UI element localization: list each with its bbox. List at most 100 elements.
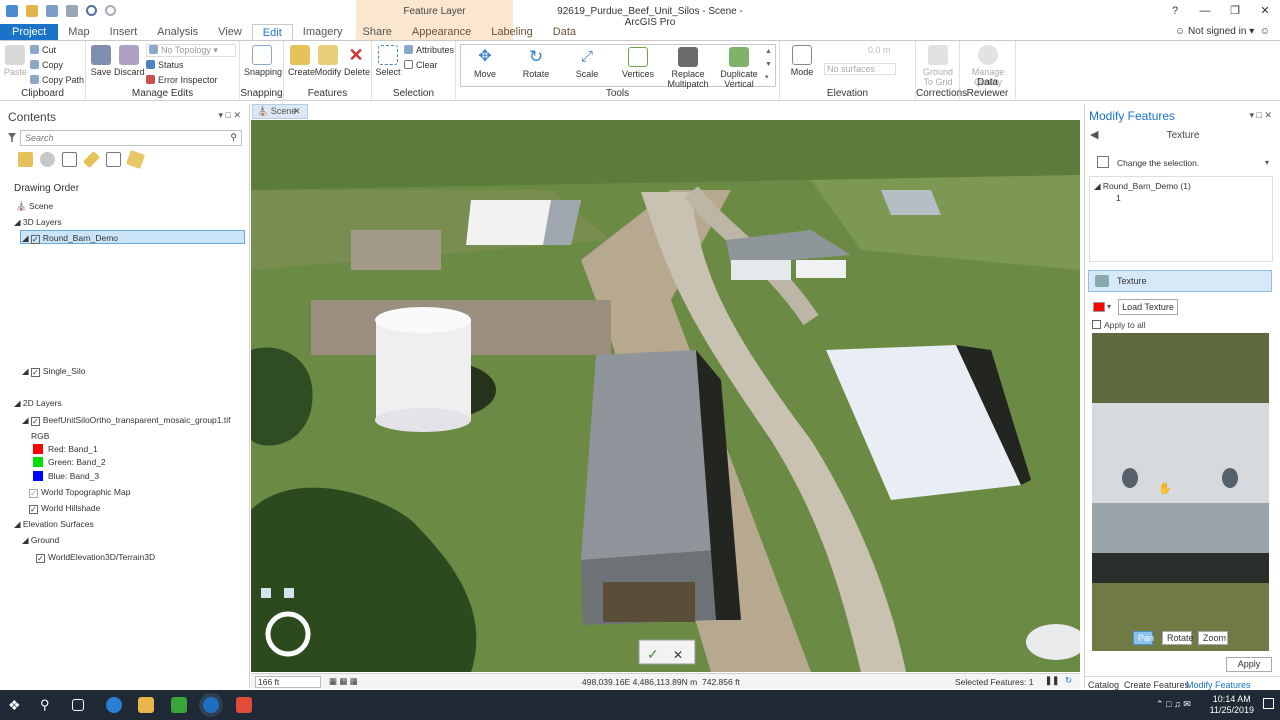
checkbox[interactable]: ✓: [30, 235, 40, 244]
close-icon[interactable]: ✕: [293, 106, 301, 117]
modify-button[interactable]: Modify: [314, 45, 342, 77]
edge-icon[interactable]: [106, 697, 122, 713]
drawing-order-icon[interactable]: [18, 152, 33, 167]
checkbox[interactable]: ✓: [36, 554, 45, 563]
mode-button[interactable]: Mode: [786, 45, 818, 77]
refresh-icon[interactable]: ↻: [1065, 675, 1072, 686]
scale-button[interactable]: ⤢ Scale: [572, 47, 602, 79]
ground-to-grid-button[interactable]: Ground To Grid: [918, 45, 958, 87]
tab-appearance[interactable]: Appearance: [402, 24, 481, 40]
restore-icon[interactable]: ❐: [1220, 0, 1250, 22]
cut-button[interactable]: Cut: [30, 45, 56, 55]
view-status-icons[interactable]: ▦ ▦ ▦: [329, 676, 358, 687]
apply-button[interactable]: Apply: [1226, 657, 1272, 672]
layer-single-silo[interactable]: ◢ ✓ Single_Silo: [22, 366, 85, 377]
snapping-list-icon[interactable]: [106, 152, 121, 167]
texture-preview[interactable]: ✋: [1092, 333, 1269, 651]
ground-surface[interactable]: ◢ Ground: [22, 535, 59, 546]
gallery-scroll[interactable]: ▲ ▼ ▾: [765, 45, 772, 84]
signin-status[interactable]: ☺ Not signed in ▾ ☺: [1175, 26, 1270, 37]
layer-round-barn[interactable]: ◢ ✓ Round_Barn_Demo: [22, 233, 118, 244]
tab-project[interactable]: Project: [0, 24, 59, 40]
surface-dropdown[interactable]: No surfaces: [824, 63, 896, 75]
error-inspector-button[interactable]: Error Inspector: [146, 75, 218, 85]
close-icon[interactable]: ✕: [1250, 0, 1280, 22]
navigator-full-extent[interactable]: [284, 588, 294, 598]
paste-button[interactable]: Paste: [4, 45, 27, 77]
checkbox[interactable]: ✓: [29, 505, 38, 514]
minimize-icon[interactable]: —: [1190, 0, 1220, 22]
clear-button[interactable]: Clear: [404, 60, 438, 70]
delete-button[interactable]: ✕ Delete: [344, 45, 370, 77]
tab-view[interactable]: View: [208, 24, 252, 40]
tab-insert[interactable]: Insert: [100, 24, 148, 40]
color-picker[interactable]: [1093, 302, 1105, 312]
duplicate-vertical-button[interactable]: Duplicate Vertical: [716, 47, 762, 89]
create-button[interactable]: Create: [288, 45, 315, 77]
rotate-button[interactable]: ↻ Rotate: [518, 47, 554, 79]
arcgis-pro-icon[interactable]: [203, 697, 219, 713]
discard-button[interactable]: Discard: [114, 45, 145, 77]
checkbox[interactable]: ✓: [30, 417, 40, 426]
pause-icon[interactable]: ❚❚: [1045, 675, 1059, 686]
save-icon[interactable]: [46, 5, 58, 17]
texture-section[interactable]: Texture: [1088, 270, 1272, 292]
checkbox[interactable]: [1092, 320, 1101, 329]
filter-icon[interactable]: [8, 133, 16, 142]
file-explorer-icon[interactable]: [138, 697, 154, 713]
scale-dropdown[interactable]: 166 ft: [255, 676, 321, 688]
redo-icon[interactable]: [105, 5, 116, 16]
change-selection-dropdown[interactable]: ▾: [1265, 158, 1269, 167]
tab-catalog[interactable]: Catalog: [1088, 680, 1119, 690]
color-dropdown[interactable]: ▾: [1107, 302, 1111, 311]
tab-imagery[interactable]: Imagery: [293, 24, 353, 40]
rotate-button[interactable]: Rotate: [1162, 631, 1194, 645]
group-elevation-surfaces[interactable]: ◢ Elevation Surfaces: [14, 519, 94, 530]
clock[interactable]: 10:14 AM 11/25/2019: [1210, 694, 1254, 716]
copy-path-button[interactable]: Copy Path: [30, 75, 84, 85]
task-view-icon[interactable]: [72, 699, 84, 711]
status-button[interactable]: Status: [146, 60, 184, 70]
scene-item[interactable]: ⛪ Scene: [16, 201, 53, 212]
tab-edit[interactable]: Edit: [251, 24, 293, 40]
tab-modify-features[interactable]: Modify Features: [1186, 680, 1251, 690]
search-icon[interactable]: ⚲: [40, 697, 56, 713]
layer-topographic[interactable]: ✓ World Topographic Map: [29, 487, 130, 498]
system-tray-icons[interactable]: ⌃ □ ♫ ✉: [1156, 699, 1191, 710]
undo-icon[interactable]: [86, 5, 97, 16]
snagit-icon[interactable]: [236, 697, 252, 713]
zoom-button[interactable]: Zoom: [1198, 631, 1228, 645]
load-texture-button[interactable]: Load Texture: [1118, 299, 1178, 315]
selection-icon[interactable]: [62, 152, 77, 167]
layer-hillshade[interactable]: ✓ World Hillshade: [29, 503, 100, 514]
scene-view[interactable]: ✓ ✕: [251, 120, 1080, 672]
checkbox[interactable]: ✓: [29, 489, 38, 498]
selected-features[interactable]: Selected Features: 1: [955, 677, 1033, 687]
notification-icon[interactable]: [1263, 698, 1274, 709]
group-3d-layers[interactable]: ◢ 3D Layers: [14, 217, 62, 228]
tab-analysis[interactable]: Analysis: [147, 24, 208, 40]
open-icon[interactable]: [26, 5, 38, 17]
layout-icon[interactable]: [66, 5, 78, 17]
change-selection-icon[interactable]: [1097, 156, 1109, 168]
vertices-button[interactable]: Vertices: [620, 47, 656, 79]
tab-labeling[interactable]: Labeling: [481, 24, 543, 40]
tree-layer[interactable]: ◢ Round_Barn_Demo (1): [1094, 181, 1191, 192]
save-button[interactable]: Save: [90, 45, 112, 77]
attributes-button[interactable]: Attributes: [404, 45, 454, 55]
checkbox[interactable]: ✓: [30, 368, 40, 377]
select-button[interactable]: Select: [374, 45, 402, 77]
cancel-edit-icon[interactable]: ✕: [673, 648, 683, 662]
layer-terrain[interactable]: ✓ WorldElevation3D/Terrain3D: [36, 552, 155, 563]
search-icon[interactable]: ⚲: [230, 132, 237, 143]
editing-icon[interactable]: [83, 151, 100, 168]
start-icon[interactable]: ❖: [8, 697, 24, 713]
copy-button[interactable]: Copy: [30, 60, 63, 70]
change-selection-link[interactable]: Change the selection.: [1117, 158, 1199, 168]
finish-check-icon[interactable]: ✓: [647, 646, 659, 662]
tab-create-features[interactable]: Create Features: [1124, 680, 1189, 690]
replace-multipatch-button[interactable]: Replace Multipatch: [664, 47, 712, 89]
labeling-icon[interactable]: [125, 149, 146, 170]
pane-controls[interactable]: ▾ □ ✕: [219, 110, 242, 121]
layer-ortho[interactable]: ◢ ✓ BeefUnitSiloOrtho_transparent_mosaic_…: [22, 415, 230, 426]
